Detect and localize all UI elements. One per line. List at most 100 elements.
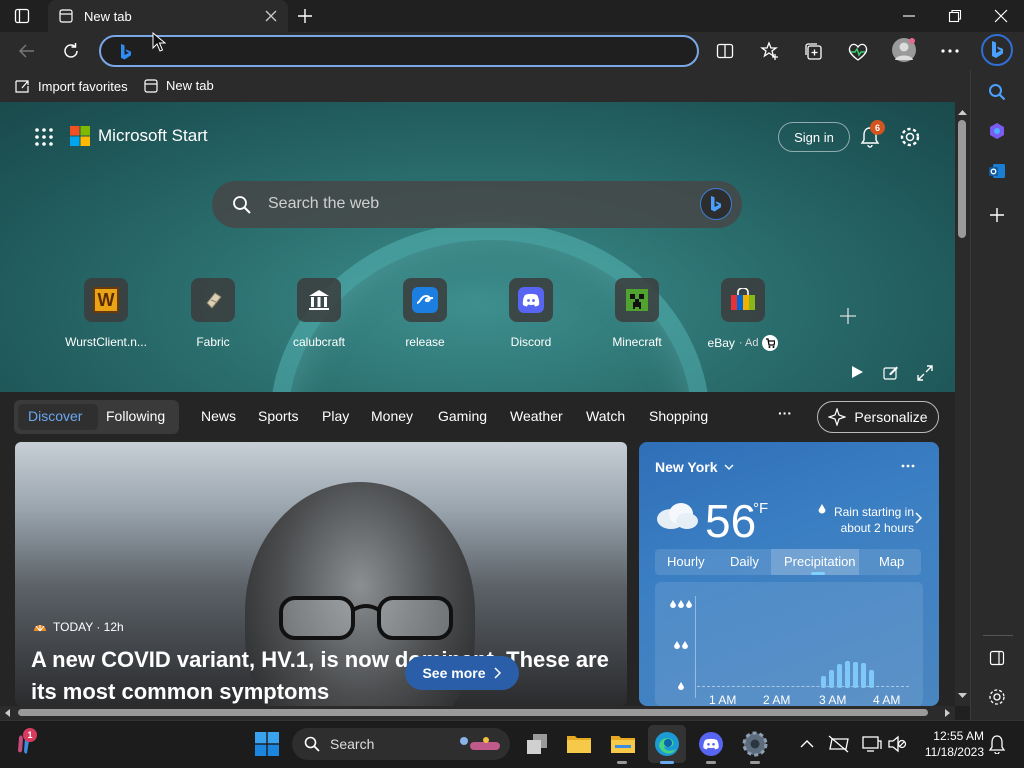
- refresh-button[interactable]: [62, 42, 80, 60]
- taskbar-search-label: Search: [330, 736, 375, 752]
- title-bar: New tab: [0, 0, 1024, 32]
- file-explorer-window-icon[interactable]: [608, 729, 638, 759]
- vertical-scrollbar[interactable]: [955, 102, 970, 706]
- quick-link-fabric[interactable]: Fabric: [160, 278, 266, 349]
- newtab-page: Microsoft Start Sign in 6 Search the web…: [0, 102, 955, 706]
- settings-more-icon[interactable]: [940, 48, 960, 54]
- quick-link-label: release: [405, 335, 445, 349]
- show-hidden-icons-chevron[interactable]: [792, 729, 822, 759]
- settings-taskbar-icon[interactable]: [740, 729, 770, 759]
- copilot-icon[interactable]: [981, 34, 1013, 66]
- rain-alert[interactable]: Rain starting in about 2 hours: [804, 504, 914, 536]
- weather-tab-map[interactable]: Map: [879, 554, 904, 569]
- tab-actions-icon[interactable]: [14, 8, 30, 24]
- discord-taskbar-icon[interactable]: [696, 729, 726, 759]
- collections-icon[interactable]: [804, 42, 824, 62]
- start-button[interactable]: [252, 729, 282, 759]
- copilot-sidebar-icon[interactable]: [988, 122, 1006, 140]
- play-background-icon[interactable]: [850, 365, 864, 379]
- chart-time-label: 2 AM: [763, 693, 791, 706]
- weather-card[interactable]: New York 56 °F Rain starting in about 2 …: [639, 442, 939, 706]
- horizontal-scrollbar[interactable]: [0, 706, 955, 720]
- story-headline[interactable]: A new COVID variant, HV.1, is now domina…: [31, 644, 611, 706]
- weather-more-icon[interactable]: [901, 464, 915, 468]
- quick-link-discord[interactable]: Discord: [478, 278, 584, 349]
- tab-play[interactable]: Play: [322, 408, 349, 424]
- browser-tab[interactable]: New tab: [48, 0, 288, 32]
- task-view-icon[interactable]: [522, 729, 552, 759]
- restore-button[interactable]: [948, 9, 962, 23]
- tab-gaming[interactable]: Gaming: [438, 408, 487, 424]
- tab-weather[interactable]: Weather: [510, 408, 563, 424]
- browser-essentials-icon[interactable]: [847, 42, 869, 62]
- sidebar-settings-icon[interactable]: [988, 688, 1006, 706]
- chevron-right-icon[interactable]: [915, 512, 923, 524]
- tab-news[interactable]: News: [201, 408, 236, 424]
- close-window-button[interactable]: [994, 9, 1008, 23]
- weather-tab-daily[interactable]: Daily: [730, 554, 759, 569]
- tab-discover[interactable]: Discover: [28, 408, 82, 424]
- back-button[interactable]: [18, 42, 36, 60]
- sidebar-divider: [983, 635, 1013, 636]
- profile-avatar[interactable]: [892, 38, 916, 62]
- tab-shopping[interactable]: Shopping: [649, 408, 708, 424]
- app-launcher-icon[interactable]: [34, 127, 54, 147]
- tab-money[interactable]: Money: [371, 408, 413, 424]
- taskbar-search[interactable]: Search: [292, 728, 510, 760]
- quick-link-release[interactable]: release: [372, 278, 478, 349]
- taskbar-clock[interactable]: 12:55 AM 11/18/2023: [914, 728, 984, 760]
- more-tabs-button[interactable]: ···: [778, 405, 792, 421]
- quick-link-wurstclient[interactable]: W WurstClient.n...: [53, 278, 159, 349]
- building-icon: [297, 278, 341, 322]
- see-more-button[interactable]: See more: [405, 656, 519, 690]
- split-screen-icon[interactable]: [716, 42, 734, 60]
- story-source-text: TODAY · 12h: [53, 620, 124, 634]
- story-source: TODAY · 12h: [33, 620, 124, 634]
- top-story-card[interactable]: TODAY · 12h A new COVID variant, HV.1, i…: [15, 442, 627, 706]
- tab-watch[interactable]: Watch: [586, 408, 625, 424]
- temperature: 56: [705, 495, 757, 547]
- page-settings-gear-icon[interactable]: [899, 126, 921, 148]
- weather-tab-precipitation[interactable]: Precipitation: [784, 554, 856, 569]
- personalize-button[interactable]: Personalize: [817, 401, 939, 433]
- outlook-icon[interactable]: [988, 162, 1006, 180]
- quick-link-calubcraft[interactable]: calubcraft: [266, 278, 372, 349]
- search-icon[interactable]: [988, 83, 1006, 101]
- quick-link-label: eBay: [707, 336, 735, 350]
- notification-center-bell-icon[interactable]: [982, 729, 1012, 759]
- minimize-button[interactable]: [902, 9, 916, 23]
- expand-icon[interactable]: [917, 365, 933, 381]
- add-sidebar-app-icon[interactable]: [989, 207, 1005, 223]
- chart-time-label: 4 AM: [873, 693, 901, 706]
- network-icon[interactable]: [824, 729, 854, 759]
- chevron-down-icon: [724, 464, 734, 470]
- widgets-badge: 1: [23, 728, 37, 742]
- file-explorer-icon[interactable]: [564, 729, 594, 759]
- quick-link-label-row: eBay · Ad: [690, 335, 796, 351]
- sign-in-button[interactable]: Sign in: [778, 122, 850, 152]
- moderate-rain-icon: [673, 641, 689, 651]
- close-tab-icon[interactable]: [265, 10, 277, 22]
- quick-link-ebay[interactable]: eBay · Ad: [690, 278, 796, 351]
- new-tab-favorite[interactable]: New tab: [144, 78, 214, 93]
- favorites-icon[interactable]: [760, 41, 780, 61]
- favorites-bar: Import favorites New tab: [0, 70, 970, 102]
- web-search-box[interactable]: Search the web: [212, 181, 742, 228]
- import-favorites-link[interactable]: Import favorites: [14, 78, 128, 94]
- tab-following[interactable]: Following: [106, 408, 165, 424]
- weather-tab-hourly[interactable]: Hourly: [667, 554, 705, 569]
- hide-sidebar-icon[interactable]: [989, 650, 1005, 666]
- volume-muted-icon[interactable]: [882, 729, 912, 759]
- tab-sports[interactable]: Sports: [258, 408, 298, 424]
- microsoft-start-logo[interactable]: Microsoft Start: [70, 126, 208, 146]
- address-bar[interactable]: [99, 35, 699, 67]
- personalize-label: Personalize: [854, 409, 928, 425]
- add-quick-link-icon[interactable]: [838, 306, 858, 326]
- bing-chat-icon[interactable]: [700, 188, 732, 220]
- quick-link-minecraft[interactable]: Minecraft: [584, 278, 690, 349]
- running-indicator: [750, 761, 760, 764]
- edit-background-icon[interactable]: [883, 365, 899, 381]
- edge-taskbar-icon[interactable]: [648, 725, 686, 763]
- new-tab-button[interactable]: [297, 8, 313, 24]
- weather-location[interactable]: New York: [655, 459, 734, 475]
